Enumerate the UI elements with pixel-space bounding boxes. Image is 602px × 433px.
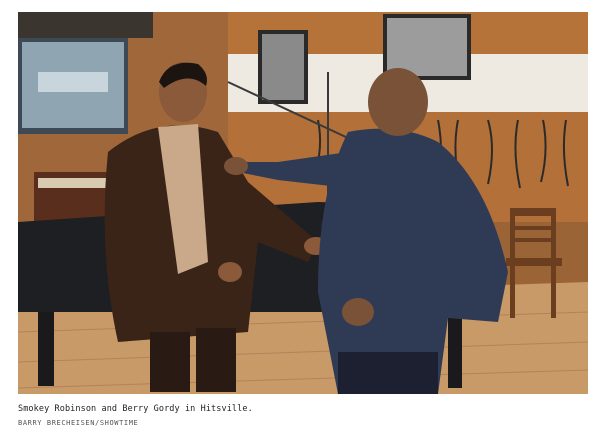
window-light [38, 72, 108, 92]
article-figure: Smokey Robinson and Berry Gordy in Hitsv… [0, 0, 602, 433]
photo-caption: Smokey Robinson and Berry Gordy in Hitsv… [18, 404, 253, 414]
wall-photo-1-image [262, 34, 304, 100]
piano-leg [38, 312, 54, 386]
wall-photo-2-image [387, 18, 467, 76]
photo-credit: BARRY BRECHEISEN/SHOWTIME [18, 419, 139, 427]
photo [18, 12, 588, 394]
window-frame-top [18, 12, 153, 38]
studio-photo [18, 12, 588, 394]
piano-leg-right [448, 312, 462, 388]
